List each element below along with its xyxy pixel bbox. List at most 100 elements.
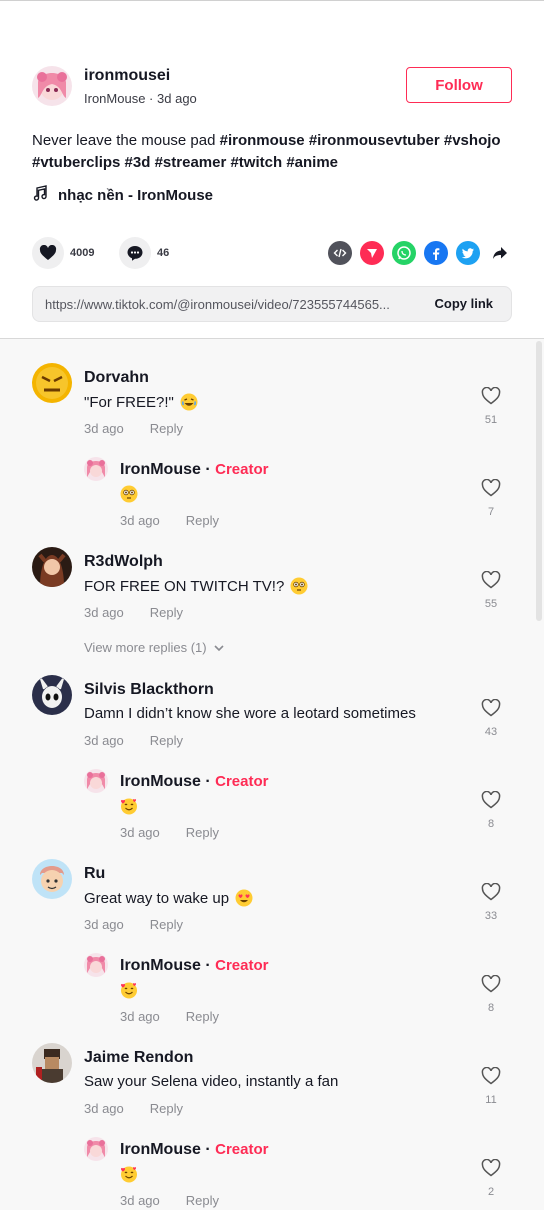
- reply-button[interactable]: Reply: [186, 825, 219, 840]
- comment-like[interactable]: 11: [480, 1066, 502, 1106]
- commenter-avatar[interactable]: [32, 547, 72, 587]
- comment-like-count: 11: [485, 1094, 497, 1106]
- hashtag[interactable]: #anime: [286, 154, 338, 171]
- commenter-name[interactable]: IronMouse: [120, 1141, 201, 1158]
- comment-text: Saw your Selena video, instantly a fan: [84, 1073, 338, 1090]
- share-arrow-icon[interactable]: [488, 241, 512, 265]
- heart-outline-icon[interactable]: [481, 1066, 501, 1085]
- comment-like[interactable]: 33: [480, 882, 502, 922]
- heart-outline-icon[interactable]: [481, 570, 501, 589]
- hashtag[interactable]: #streamer: [155, 154, 227, 171]
- like-action[interactable]: 4009: [32, 237, 94, 269]
- commenter-avatar[interactable]: [32, 1043, 72, 1083]
- comment-like[interactable]: 8: [480, 974, 502, 1014]
- commenter-name[interactable]: Jaime Rendon: [84, 1049, 193, 1067]
- comment-meta: 3d ago Reply: [84, 1101, 183, 1116]
- whatsapp-icon[interactable]: [392, 241, 416, 265]
- comment-like[interactable]: 43: [480, 698, 502, 738]
- comment-time: 3d ago: [84, 605, 124, 620]
- reply-button[interactable]: Reply: [186, 1193, 219, 1208]
- comment-icon[interactable]: [119, 237, 151, 269]
- hashtag[interactable]: #ironmousevtuber: [309, 132, 440, 149]
- heart-outline-icon[interactable]: [481, 1158, 501, 1177]
- comment-list: Dorvahn "For FREE?!" 3d ago Reply 51 Iron…: [0, 339, 544, 1210]
- creator-badge: Creator: [215, 1141, 269, 1158]
- heart-outline-icon[interactable]: [481, 882, 501, 901]
- embed-icon[interactable]: [328, 241, 352, 265]
- commenter-avatar[interactable]: [84, 457, 108, 481]
- author-username[interactable]: ironmousei: [84, 67, 170, 85]
- commenter-name[interactable]: IronMouse: [120, 461, 201, 478]
- comment-time: 3d ago: [120, 825, 160, 840]
- comment-meta: 3d ago Reply: [84, 733, 183, 748]
- scrollbar[interactable]: [536, 341, 542, 621]
- reply-button[interactable]: Reply: [150, 1101, 183, 1116]
- commenter-avatar[interactable]: [32, 363, 72, 403]
- commenter-name[interactable]: IronMouse: [120, 957, 201, 974]
- hashtag[interactable]: #3d: [125, 154, 151, 171]
- commenter-name[interactable]: Dorvahn: [84, 369, 149, 387]
- comment-like[interactable]: 8: [480, 790, 502, 830]
- comment-meta: 3d ago Reply: [84, 421, 183, 436]
- view-more-replies-button[interactable]: View more replies (1): [84, 640, 225, 655]
- comment-meta: 3d ago Reply: [120, 825, 219, 840]
- send-icon[interactable]: [360, 241, 384, 265]
- commenter-name-row: IronMouse · Creator: [120, 957, 268, 975]
- top-border: [0, 0, 544, 1]
- chevron-down-icon: [213, 640, 225, 655]
- comment-like[interactable]: 7: [480, 478, 502, 518]
- author-meta: IronMouse · 3d ago: [84, 91, 197, 106]
- reply-button[interactable]: Reply: [150, 733, 183, 748]
- comment-meta: 3d ago Reply: [84, 605, 183, 620]
- comment-action[interactable]: 46: [119, 237, 169, 269]
- comment-like[interactable]: 55: [480, 570, 502, 610]
- heart-outline-icon[interactable]: [481, 698, 501, 717]
- comment-body: Saw your Selena video, instantly a fan: [84, 1073, 339, 1090]
- music-note-icon: [32, 185, 48, 205]
- author-display-name: IronMouse: [84, 91, 146, 106]
- comment-like-count: 55: [484, 598, 498, 610]
- author-avatar[interactable]: [32, 66, 72, 106]
- hashtag[interactable]: #ironmouse: [220, 132, 305, 149]
- heart-outline-icon[interactable]: [481, 790, 501, 809]
- comment-like[interactable]: 2: [480, 1158, 502, 1198]
- comment-like-count: 51: [484, 414, 498, 426]
- facebook-icon[interactable]: [424, 241, 448, 265]
- heart-outline-icon[interactable]: [481, 974, 501, 993]
- heart-outline-icon[interactable]: [481, 386, 501, 405]
- commenter-name[interactable]: IronMouse: [120, 773, 201, 790]
- twitter-icon[interactable]: [456, 241, 480, 265]
- commenter-avatar[interactable]: [32, 859, 72, 899]
- heart-outline-icon[interactable]: [481, 478, 501, 497]
- video-link[interactable]: https://www.tiktok.com/@ironmousei/video…: [45, 297, 420, 312]
- comment-count: 46: [157, 247, 170, 259]
- hashtag[interactable]: #vshojo: [444, 132, 501, 149]
- comment-time: 3d ago: [84, 917, 124, 932]
- smiling-hearts-emoji: [120, 1165, 138, 1183]
- reply-button[interactable]: Reply: [150, 917, 183, 932]
- comment-like[interactable]: 51: [480, 386, 502, 426]
- commenter-name[interactable]: Silvis Blackthorn: [84, 681, 214, 699]
- reply-button[interactable]: Reply: [186, 1009, 219, 1024]
- creator-badge: Creator: [215, 773, 269, 790]
- laughing-emoji: [180, 393, 198, 411]
- comment-text: [120, 981, 138, 999]
- commenter-avatar[interactable]: [32, 675, 72, 715]
- commenter-avatar[interactable]: [84, 1137, 108, 1161]
- commenter-name[interactable]: R3dWolph: [84, 553, 163, 571]
- comment-text: [120, 797, 138, 815]
- commenter-name[interactable]: Ru: [84, 865, 105, 883]
- commenter-avatar[interactable]: [84, 769, 108, 793]
- hashtag[interactable]: #vtuberclips: [32, 154, 120, 171]
- follow-button[interactable]: Follow: [406, 67, 512, 103]
- commenter-avatar[interactable]: [84, 953, 108, 977]
- reply-button[interactable]: Reply: [150, 605, 183, 620]
- copy-link-button[interactable]: Copy link: [434, 296, 493, 311]
- comment-body: Damn I didn’t know she wore a leotard so…: [84, 705, 416, 722]
- comment-meta: 3d ago Reply: [120, 1009, 219, 1024]
- hashtag[interactable]: #twitch: [230, 154, 282, 171]
- reply-button[interactable]: Reply: [186, 513, 219, 528]
- music-link[interactable]: nhạc nền - IronMouse: [32, 185, 213, 205]
- heart-icon[interactable]: [32, 237, 64, 269]
- reply-button[interactable]: Reply: [150, 421, 183, 436]
